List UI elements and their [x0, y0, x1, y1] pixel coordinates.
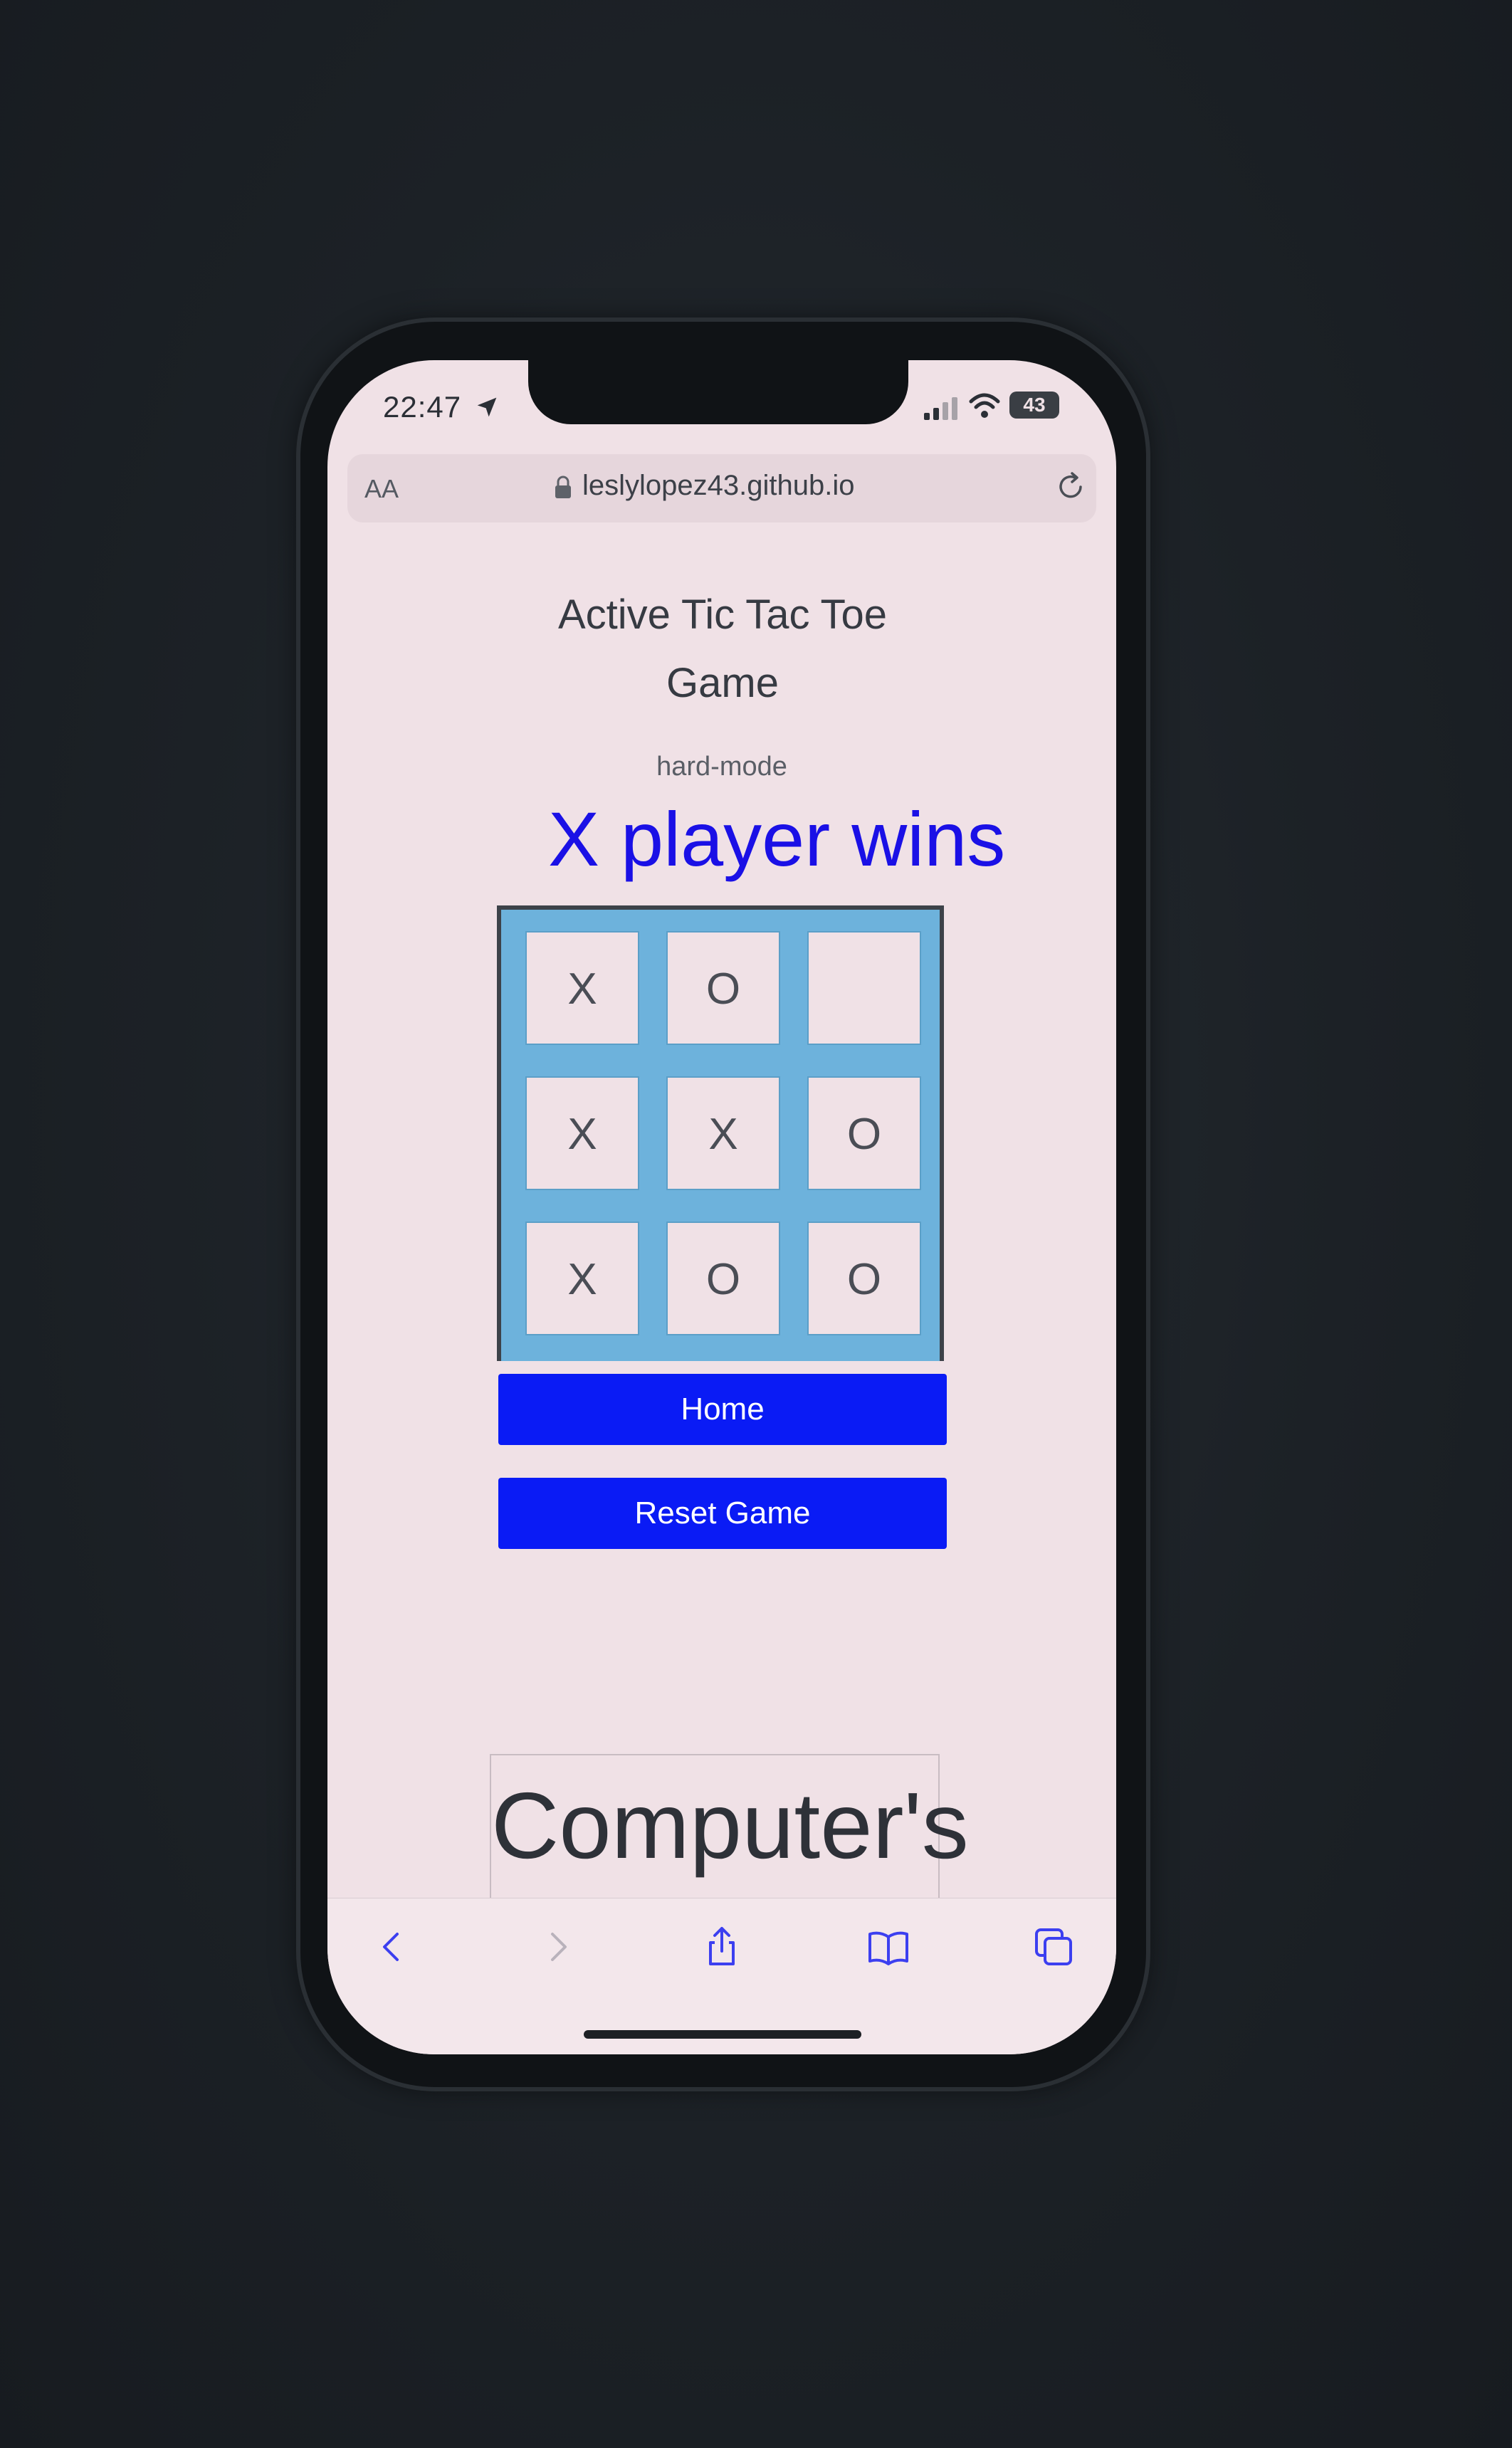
board-cell[interactable]	[807, 931, 921, 1045]
difficulty-label: hard-mode	[656, 752, 787, 782]
bookmarks-icon[interactable]	[866, 1924, 911, 1970]
board-cell[interactable]: O	[666, 931, 780, 1045]
game-board: X O X X O X O O	[497, 905, 944, 1361]
share-icon[interactable]	[699, 1924, 745, 1970]
status-bar: 22:47 43	[327, 360, 1116, 453]
text-size-button[interactable]: AA	[364, 474, 399, 504]
phone-screen: 22:47 43 AA leslylopez43.github.io Activ…	[327, 360, 1116, 2054]
tabs-icon[interactable]	[1031, 1924, 1076, 1970]
board-cell[interactable]: O	[807, 1076, 921, 1190]
board-cell[interactable]: X	[525, 931, 639, 1045]
page-title: Active Tic Tac Toe Game	[557, 592, 888, 706]
winner-message: X player wins	[548, 796, 1006, 882]
address-bar[interactable]: AA leslylopez43.github.io	[347, 454, 1096, 522]
status-time: 22:47	[383, 390, 462, 424]
board-cell[interactable]: O	[666, 1222, 780, 1335]
cellular-signal-icon	[924, 397, 957, 420]
wifi-icon	[969, 393, 1000, 418]
board-cell[interactable]: O	[807, 1222, 921, 1335]
board-cell[interactable]: X	[666, 1076, 780, 1190]
home-indicator[interactable]	[584, 2030, 861, 2039]
reset-game-button[interactable]: Reset Game	[498, 1478, 947, 1549]
location-arrow-icon	[477, 397, 497, 417]
lock-icon	[555, 476, 571, 498]
back-icon[interactable]	[370, 1924, 416, 1970]
board-grid: X O X X O X O O	[501, 910, 940, 1361]
notch	[528, 360, 908, 424]
forward-icon[interactable]	[534, 1924, 579, 1970]
url-text[interactable]: leslylopez43.github.io	[582, 470, 854, 502]
board-cell[interactable]: X	[525, 1076, 639, 1190]
home-button[interactable]: Home	[498, 1374, 947, 1445]
reload-icon[interactable]	[1054, 470, 1088, 504]
battery-icon: 43	[1009, 392, 1059, 419]
board-cell[interactable]: X	[525, 1222, 639, 1335]
